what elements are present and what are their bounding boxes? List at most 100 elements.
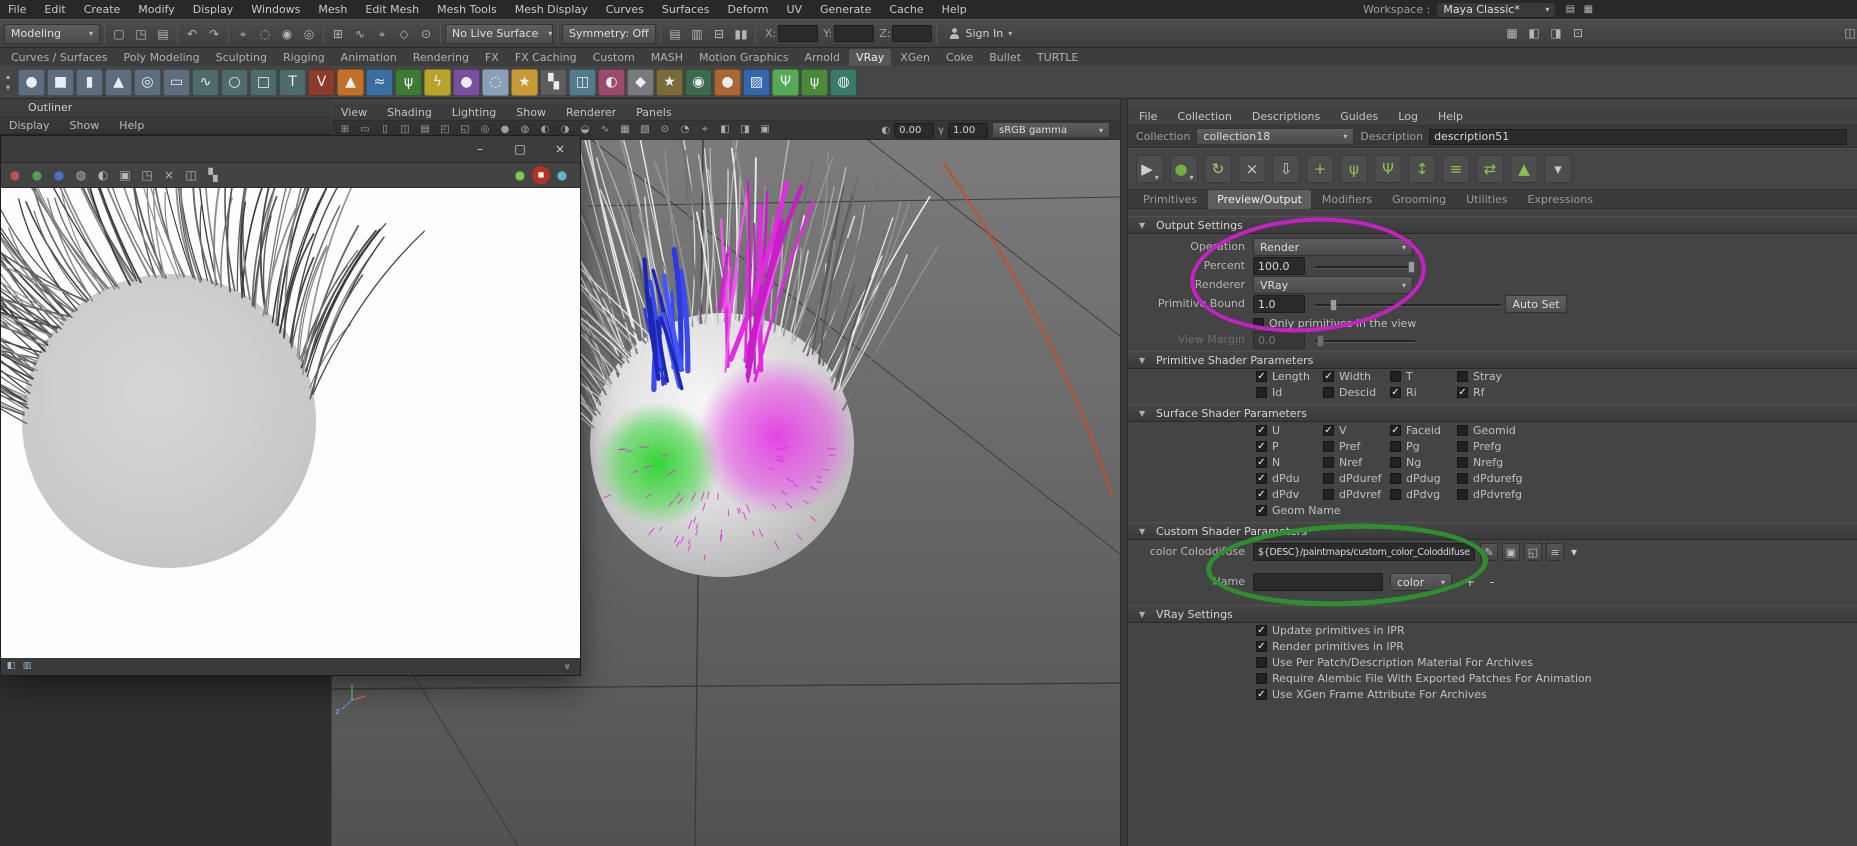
shelf-tab-fx-caching[interactable]: FX Caching [508,49,584,66]
xgen-select-icon[interactable]: ▶ ▾ [1136,155,1164,183]
shelf-sun-icon[interactable]: ★ [511,68,538,96]
xgen-menu-descriptions[interactable]: Descriptions [1243,109,1329,124]
symmetry-selector[interactable]: Symmetry: Off [562,23,656,44]
image-info-icon[interactable]: ◧ [4,660,18,674]
shelf-cube-icon[interactable]: ■ [47,68,74,96]
exposure-field-icon[interactable]: ◐ [881,125,890,136]
anti-alias-icon[interactable]: ▦ [616,122,634,139]
shelf-tab-curves-surfaces[interactable]: Curves / Surfaces [4,49,115,66]
shelf-tab-mash[interactable]: MASH [644,49,690,66]
xgen-lock-icon[interactable]: ▲ [1510,155,1538,183]
exposure-field[interactable]: 0.00 [894,122,935,138]
shelf-camera-icon[interactable]: ◉ [685,68,712,96]
shelf-cloth-icon[interactable]: ▨ [743,68,770,96]
construction-history-icon[interactable]: ▤ [665,24,685,44]
lasso-select-icon[interactable]: ◌ [255,24,275,44]
shelf-torus-icon[interactable]: ◎ [134,68,161,96]
gamma-field-icon[interactable]: γ [938,125,944,136]
layout-switch-icon[interactable]: ▦ [1580,2,1596,18]
snap-curve-icon[interactable]: ∿ [350,24,370,44]
xgen-tab-preview-output[interactable]: Preview/Output [1208,189,1311,209]
shelf-grass-icon[interactable]: ψ [395,68,422,96]
xgen-preview-icon[interactable]: ● ▾ [1170,155,1198,183]
shelf-tab-xgen[interactable]: XGen [893,49,937,66]
shelf-tab-animation[interactable]: Animation [334,49,404,66]
shelf-purple-sphere-icon[interactable]: ● [453,68,480,96]
shelf-cloud-icon[interactable]: ◌ [482,68,509,96]
menu-curves[interactable]: Curves [598,1,652,18]
shelf-cone-icon[interactable]: ▲ [105,68,132,96]
xgen-guide-icon[interactable]: ψ [1340,155,1368,183]
load-image-icon[interactable]: ◳ [137,165,157,185]
select-hierarchy-icon[interactable]: ◉ [277,24,297,44]
select-object-icon[interactable]: ◎ [299,24,319,44]
operation-selector[interactable]: Render [1253,238,1413,256]
shelf-tab-coke[interactable]: Coke [939,49,980,66]
geomid-checkbox[interactable] [1457,424,1468,436]
xgen-menu-file[interactable]: File [1130,109,1166,124]
new-scene-icon[interactable]: ▢ [109,24,129,44]
prefg-checkbox[interactable] [1457,440,1468,452]
menu-windows[interactable]: Windows [243,1,308,18]
compare-images-icon[interactable]: ◫ [181,165,201,185]
only-primitives-in-the-view-checkbox[interactable] [1253,317,1264,329]
undo-icon[interactable]: ↶ [182,24,202,44]
y-input[interactable] [834,25,875,42]
menu-cache[interactable]: Cache [881,1,931,18]
viewport-menu-panels[interactable]: Panels [627,105,680,120]
xgen-select-icon-arrow[interactable]: ▾ [1155,174,1159,182]
menu-mesh-tools[interactable]: Mesh Tools [429,1,505,18]
green-channel-icon[interactable]: ● [27,165,47,185]
percent-slider-handle[interactable] [1408,261,1415,273]
pref-checkbox[interactable] [1323,440,1334,452]
shelf-tab-turtle[interactable]: TURTLE [1030,49,1085,66]
shelf-tab-poly-modeling[interactable]: Poly Modeling [117,49,207,66]
map-options-icon[interactable]: ≡ [1546,543,1564,561]
stray-checkbox[interactable] [1457,370,1468,382]
render-settings-icon[interactable]: ⊡ [1568,23,1588,43]
snapshot-icon[interactable]: ▣ [756,122,774,139]
sidebar-toggle-icon[interactable]: ◫ [1840,23,1857,43]
expand-panel-icon[interactable]: » [561,663,574,670]
dpdurefg-checkbox[interactable] [1457,472,1468,484]
xgen-clear-icon[interactable]: × [1238,155,1266,183]
outliner-menu-help[interactable]: Help [110,118,153,133]
dpdvg-checkbox[interactable] [1390,488,1401,500]
xgen-comb-icon[interactable]: Ψ [1374,155,1402,183]
percent-field[interactable]: 100.0 [1253,257,1305,275]
isolate-select-icon[interactable]: ⊙ [656,122,674,139]
blue-channel-icon[interactable]: ● [49,165,69,185]
nref-checkbox[interactable] [1323,456,1334,468]
xgen-menu-log[interactable]: Log [1389,109,1427,124]
shelf-lightning-icon[interactable]: ϟ [424,68,451,96]
dpdug-checkbox[interactable] [1390,472,1401,484]
ng-checkbox[interactable] [1390,456,1401,468]
shelf-glass-icon[interactable]: ◫ [569,68,596,96]
clear-image-icon[interactable]: × [159,165,179,185]
shelf-circle-icon[interactable]: ○ [221,68,248,96]
shelf-tab-motion-graphics[interactable]: Motion Graphics [692,49,795,66]
menu-create[interactable]: Create [76,1,129,18]
redo-icon[interactable]: ↷ [204,24,224,44]
shelf-tab-custom[interactable]: Custom [586,49,642,66]
menu-generate[interactable]: Generate [812,1,879,18]
histogram-icon[interactable]: ▥ [20,660,34,674]
menu-deform[interactable]: Deform [720,1,777,18]
xgen-tab-modifiers[interactable]: Modifiers [1313,190,1381,209]
close-button[interactable]: × [540,136,580,162]
shelf-shader-ball-icon[interactable]: ◐ [598,68,625,96]
live-surface-selector[interactable]: No Live Surface [445,23,553,44]
gamma-toggle-icon[interactable]: ◨ [736,122,754,139]
xgen-preview-icon-arrow[interactable]: ▾ [1190,174,1194,182]
shelf-cylinder-icon[interactable]: ▮ [76,68,103,96]
add-custom-param-button[interactable]: + [1462,574,1478,590]
shelf-tab-fx[interactable]: FX [478,49,506,66]
shelf-sphere-icon[interactable]: ● [18,68,45,96]
id-checkbox[interactable] [1256,386,1267,398]
red-channel-icon[interactable]: ● [5,165,25,185]
panel-splitter[interactable] [1120,99,1128,846]
shelf-checker-icon[interactable]: ▚ [540,68,567,96]
primitive-bound-slider-handle[interactable] [1329,299,1337,311]
region-render-icon[interactable]: ● [552,165,572,185]
xgen-refresh-icon[interactable]: ↻ [1204,155,1232,183]
